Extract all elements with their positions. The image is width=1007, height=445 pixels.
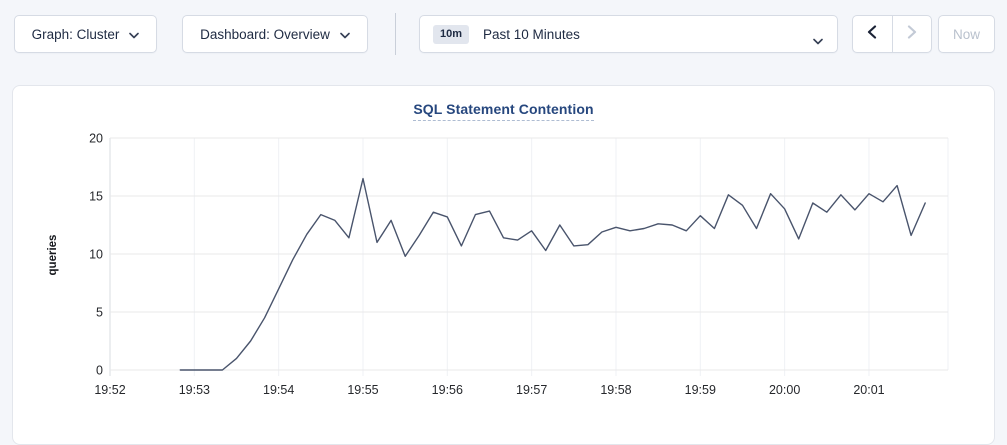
now-button[interactable]: Now bbox=[938, 15, 995, 53]
time-range-label: Past 10 Minutes bbox=[483, 27, 580, 42]
now-button-label: Now bbox=[953, 27, 980, 42]
dashboard-dropdown[interactable]: Dashboard: Overview bbox=[182, 15, 368, 53]
chart-plot-area[interactable] bbox=[110, 138, 948, 370]
chart-title-row: SQL Statement Contention bbox=[12, 101, 995, 121]
chart-title[interactable]: SQL Statement Contention bbox=[413, 101, 593, 121]
graph-dropdown-label: Graph: Cluster bbox=[32, 27, 120, 42]
dashboard-dropdown-label: Dashboard: Overview bbox=[200, 27, 330, 42]
chevron-right-icon bbox=[907, 25, 917, 44]
time-shift-prev-button[interactable] bbox=[853, 16, 893, 52]
toolbar-divider bbox=[395, 13, 396, 55]
chevron-down-icon bbox=[129, 27, 139, 42]
chevron-left-icon bbox=[867, 25, 877, 44]
chevron-down-icon bbox=[340, 27, 350, 42]
time-shift-next-button[interactable] bbox=[893, 16, 932, 52]
toolbar: Graph: Cluster Dashboard: Overview 10m P… bbox=[0, 0, 1007, 70]
time-shift-controls bbox=[852, 15, 932, 53]
chevron-down-icon bbox=[813, 32, 823, 50]
time-range-badge: 10m bbox=[433, 25, 469, 44]
time-range-picker[interactable]: 10m Past 10 Minutes bbox=[419, 15, 838, 53]
graph-dropdown[interactable]: Graph: Cluster bbox=[14, 15, 157, 53]
